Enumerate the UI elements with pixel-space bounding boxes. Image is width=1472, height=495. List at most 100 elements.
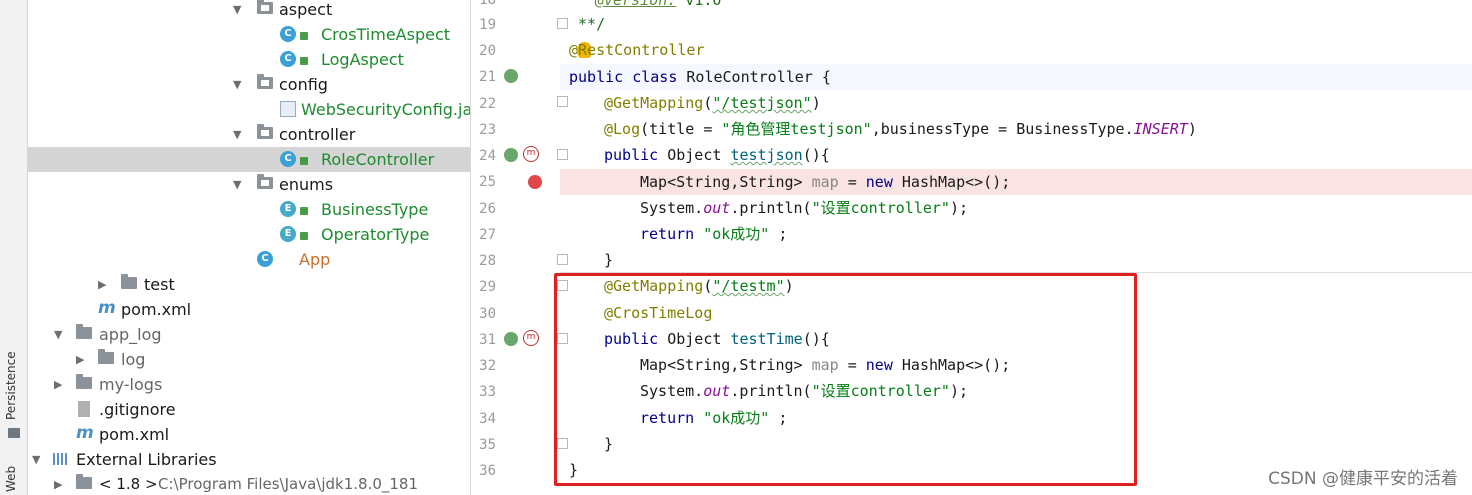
editor-gutter[interactable]: 18 19 20 21 22 23 24 25 26 27 28 29 30 3… <box>471 0 568 495</box>
line-number: 21 <box>479 69 496 85</box>
line-number: 31 <box>479 332 496 348</box>
tool-window-strip: Persistence Web <box>0 0 28 495</box>
method-badge-icon[interactable]: m <box>523 146 539 162</box>
javadoc-text: v1.0 <box>676 0 722 9</box>
static-field: out <box>703 199 731 217</box>
fold-marker-icon[interactable] <box>557 149 568 160</box>
chevron-down-icon[interactable]: ▼ <box>233 178 241 191</box>
code-line-20: @RestController <box>569 37 704 63</box>
folder-icon <box>76 374 92 389</box>
tree-item-log[interactable]: ▶ log <box>28 347 470 372</box>
code-line-26: System.out.println("设置controller"); <box>640 195 968 221</box>
fold-marker-icon[interactable] <box>557 96 568 107</box>
highlight-annotation-box <box>554 273 1137 486</box>
tree-item-gitignore[interactable]: .gitignore <box>28 397 470 422</box>
tree-item-label: enums <box>279 175 334 194</box>
class-icon: C <box>280 51 296 67</box>
chevron-down-icon[interactable]: ▼ <box>233 78 241 91</box>
tree-item-label: app_log <box>99 325 162 344</box>
tree-item-label: test <box>144 275 175 294</box>
code-text: ); <box>949 199 969 217</box>
maven-icon: m <box>98 298 116 318</box>
annotation: @Log <box>604 120 641 138</box>
code-text: ,businessType = BusinessType. <box>871 120 1134 138</box>
class-icon: C <box>280 26 296 42</box>
tree-item-label: pom.xml <box>99 425 170 444</box>
code-text: HashMap<>(); <box>892 173 1011 191</box>
line-number: 25 <box>479 174 496 190</box>
chevron-right-icon[interactable]: ▶ <box>98 278 106 291</box>
comment-end: **/ <box>569 15 606 33</box>
tab-persistence[interactable]: Persistence <box>4 351 18 420</box>
variable: map <box>811 173 839 191</box>
breakpoint-icon[interactable] <box>528 175 542 189</box>
annotation: @GetMapping <box>604 94 704 112</box>
tree-item-aspect[interactable]: ▼ aspect <box>28 0 470 22</box>
chevron-down-icon[interactable]: ▼ <box>233 128 241 141</box>
tree-item-businesstype[interactable]: E BusinessType <box>28 197 470 222</box>
package-icon <box>257 124 273 139</box>
code-text: (){ <box>802 146 830 164</box>
chevron-right-icon[interactable]: ▶ <box>54 378 62 391</box>
keyword: public class <box>569 68 678 86</box>
project-tree: ▼ aspect C CrosTimeAspect C LogAspect ▼ … <box>28 0 471 495</box>
tree-item-rolecontroller[interactable]: C RoleController <box>28 147 470 172</box>
libraries-icon <box>53 453 69 465</box>
tree-item-my-logs[interactable]: ▶ my-logs <box>28 372 470 397</box>
tree-item-logaspect[interactable]: C LogAspect <box>28 47 470 72</box>
chevron-down-icon[interactable]: ▼ <box>32 453 40 466</box>
code-text: System. <box>640 199 704 217</box>
chevron-down-icon[interactable]: ▼ <box>233 3 241 16</box>
chevron-right-icon[interactable]: ▶ <box>76 353 84 366</box>
fold-marker-icon[interactable] <box>557 18 568 29</box>
keyword: return <box>640 225 695 243</box>
tree-item-controller[interactable]: ▼ controller <box>28 122 470 147</box>
chevron-down-icon[interactable]: ▼ <box>54 328 62 341</box>
tree-item-pom[interactable]: m pom.xml <box>28 297 470 322</box>
tree-item-label: App <box>299 250 331 269</box>
code-text: Object <box>658 146 731 164</box>
spring-mapping-icon[interactable] <box>504 332 518 346</box>
tree-item-app[interactable]: C App <box>28 247 470 272</box>
tree-item-label: LogAspect <box>321 50 404 69</box>
package-icon <box>257 0 273 14</box>
tab-web[interactable]: Web <box>4 466 18 492</box>
tree-item-jdk[interactable]: ▶ < 1.8 > C:\Program Files\Java\jdk1.8.0… <box>28 472 470 495</box>
code-line-18: @version: v1.0 <box>595 0 721 13</box>
folder-icon <box>98 349 114 364</box>
lock-icon <box>300 57 308 65</box>
code-line-27: return "ok成功" ; <box>640 221 787 247</box>
tree-item-config[interactable]: ▼ config <box>28 72 470 97</box>
enum-icon: E <box>280 201 296 217</box>
tree-item-test[interactable]: ▶ test <box>28 272 470 297</box>
tree-item-label: External Libraries <box>76 450 217 469</box>
tree-item-websecurityconfig[interactable]: WebSecurityConfig.java <box>28 97 470 122</box>
class-icon: C <box>280 151 296 167</box>
gitignore-file-icon <box>78 401 90 417</box>
tree-item-enums[interactable]: ▼ enums <box>28 172 470 197</box>
code-line-24: public Object testjson(){ <box>604 142 830 168</box>
tree-item-operatortype[interactable]: E OperatorType <box>28 222 470 247</box>
tree-item-label: RoleController <box>321 150 435 169</box>
tree-item-app-log[interactable]: ▼ app_log <box>28 322 470 347</box>
line-number: 35 <box>479 437 496 453</box>
enum-icon: E <box>280 226 296 242</box>
jdk-folder-icon <box>76 474 92 489</box>
spring-bean-icon[interactable] <box>504 69 518 83</box>
tree-item-external-libraries[interactable]: ▼ External Libraries <box>28 447 470 472</box>
code-text: = <box>838 173 866 191</box>
line-number: 24 <box>479 148 496 164</box>
chevron-right-icon[interactable]: ▶ <box>54 478 62 491</box>
tree-item-root-pom[interactable]: m pom.xml <box>28 422 470 447</box>
lock-icon <box>300 207 308 215</box>
line-number: 22 <box>479 96 496 112</box>
fold-marker-icon[interactable] <box>557 254 568 265</box>
folder-icon <box>121 274 137 289</box>
maven-icon: m <box>76 423 94 443</box>
code-line-22: @GetMapping("/testjson") <box>604 94 821 112</box>
code-line-23: @Log(title = "角色管理testjson",businessType… <box>604 120 1197 138</box>
tree-item-label: < 1.8 > <box>99 475 158 493</box>
method-badge-icon[interactable]: m <box>523 330 539 346</box>
tree-item-crostimeaspect[interactable]: C CrosTimeAspect <box>28 22 470 47</box>
spring-mapping-icon[interactable] <box>504 148 518 162</box>
